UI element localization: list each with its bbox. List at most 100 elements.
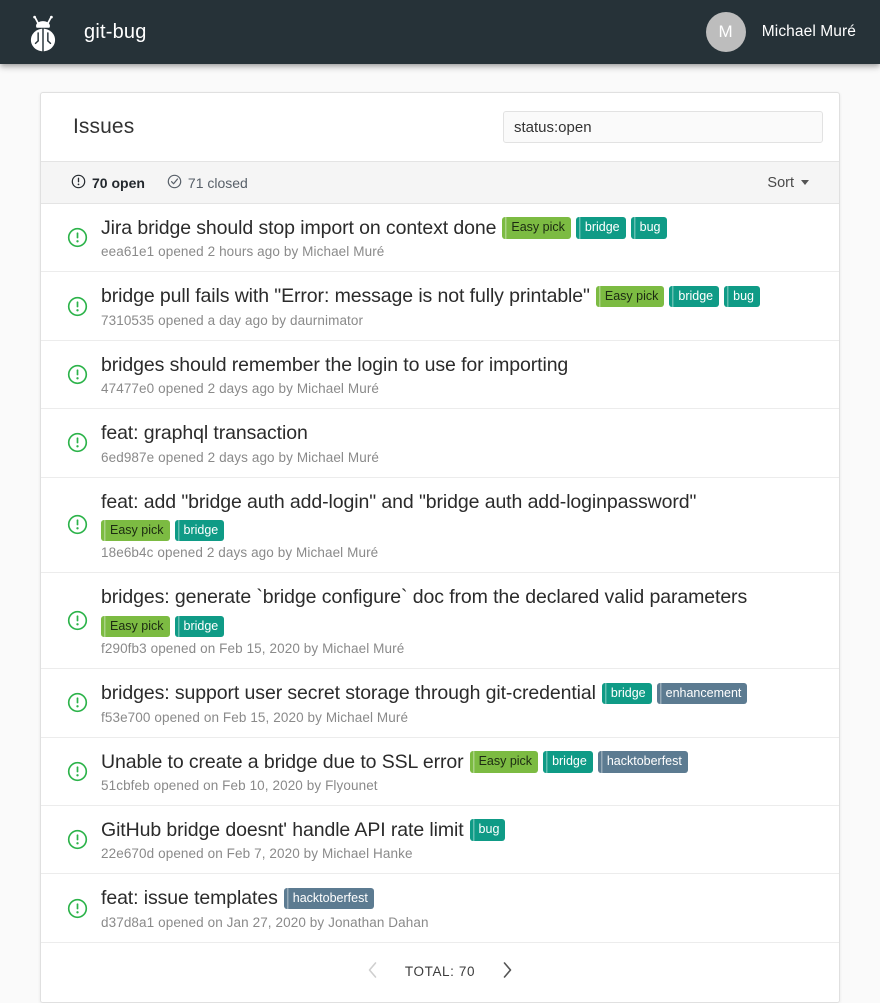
issue-label[interactable]: bridge: [543, 751, 593, 773]
issue-open-icon: [59, 364, 95, 385]
issue-title-link[interactable]: bridges: support user secret storage thr…: [101, 681, 596, 705]
issue-row[interactable]: feat: graphql transaction 6ed987e opened …: [41, 409, 839, 477]
card-header: Issues: [41, 93, 839, 161]
issue-label[interactable]: bug: [470, 819, 506, 841]
issue-title-link[interactable]: bridges should remember the login to use…: [101, 353, 568, 377]
issue-row[interactable]: bridge pull fails with "Error: message i…: [41, 272, 839, 340]
issue-row[interactable]: bridges: generate `bridge configure` doc…: [41, 573, 839, 669]
issue-label[interactable]: Easy pick: [596, 286, 665, 308]
issue-title-line: feat: issue templates hacktoberfest: [101, 886, 823, 910]
issue-meta: 51cbfeb opened on Feb 10, 2020 by Flyoun…: [101, 778, 823, 793]
issue-label[interactable]: hacktoberfest: [284, 888, 374, 910]
issue-labels: Easy pickbridgebug: [502, 217, 666, 239]
sort-dropdown[interactable]: Sort: [767, 175, 819, 191]
issue-open-icon: [59, 761, 95, 782]
issue-labels: bridgeenhancement: [602, 683, 748, 705]
chevron-down-icon: [801, 180, 809, 185]
chevron-left-icon: [366, 961, 379, 982]
issue-label[interactable]: hacktoberfest: [598, 751, 688, 773]
user-menu[interactable]: M Michael Muré: [706, 12, 856, 52]
issue-body: bridge pull fails with "Error: message i…: [95, 284, 823, 327]
issue-row[interactable]: Unable to create a bridge due to SSL err…: [41, 738, 839, 806]
issue-title-line: feat: graphql transaction: [101, 421, 823, 445]
home-link[interactable]: git-bug: [22, 11, 147, 53]
issue-row[interactable]: GitHub bridge doesnt' handle API rate li…: [41, 806, 839, 874]
issue-label[interactable]: bug: [631, 217, 667, 239]
issue-row[interactable]: feat: add "bridge auth add-login" and "b…: [41, 478, 839, 574]
issue-title-link[interactable]: Jira bridge should stop import on contex…: [101, 216, 496, 240]
issue-label[interactable]: bridge: [602, 683, 652, 705]
issue-row[interactable]: feat: issue templates hacktoberfest d37d8a…: [41, 874, 839, 942]
issue-label[interactable]: Easy pick: [101, 520, 170, 542]
issue-label[interactable]: bridge: [669, 286, 719, 308]
issue-meta: 47477e0 opened 2 days ago by Michael Mur…: [101, 381, 823, 396]
issue-body: bridges: support user secret storage thr…: [95, 681, 823, 724]
issue-title-link[interactable]: feat: graphql transaction: [101, 421, 308, 445]
issue-body: feat: add "bridge auth add-login" and "b…: [95, 490, 823, 561]
issue-title-link[interactable]: bridges: generate `bridge configure` doc…: [101, 586, 747, 608]
issue-row[interactable]: Jira bridge should stop import on contex…: [41, 204, 839, 272]
issue-meta: 22e670d opened on Feb 7, 2020 by Michael…: [101, 846, 823, 861]
filter-open-count[interactable]: 70 open: [71, 174, 145, 192]
issue-open-icon: [71, 174, 86, 192]
bug-logo-icon: [22, 11, 64, 53]
issue-open-icon: [59, 227, 95, 248]
issue-title-line: bridge pull fails with "Error: message i…: [101, 284, 823, 308]
issue-label[interactable]: bridge: [175, 616, 225, 638]
issue-open-icon: [59, 610, 95, 631]
page-content: Issues 70 open: [0, 64, 880, 1003]
issue-meta: f290fb3 opened on Feb 15, 2020 by Michae…: [101, 641, 823, 656]
issue-meta: 6ed987e opened 2 days ago by Michael Mur…: [101, 450, 823, 465]
issue-meta: f53e700 opened on Feb 15, 2020 by Michae…: [101, 710, 823, 725]
issue-title-line: GitHub bridge doesnt' handle API rate li…: [101, 818, 823, 842]
issue-labels: Easy pickbridge: [101, 616, 823, 638]
issue-labels: bug: [470, 819, 506, 841]
issue-title-line: Jira bridge should stop import on contex…: [101, 216, 823, 240]
pagination: TOTAL: 70: [41, 943, 839, 1002]
issue-label[interactable]: Easy pick: [101, 616, 170, 638]
pagination-next-button[interactable]: [497, 959, 518, 984]
issue-open-icon: [59, 514, 95, 535]
issue-row[interactable]: bridges should remember the login to use…: [41, 341, 839, 409]
filter-closed-count[interactable]: 71 closed: [167, 174, 248, 192]
issue-meta: 18e6b4c opened 2 days ago by Michael Mur…: [101, 545, 823, 560]
issue-label[interactable]: Easy pick: [502, 217, 571, 239]
issue-open-icon: [59, 296, 95, 317]
avatar[interactable]: M: [706, 12, 746, 52]
issue-title-link[interactable]: feat: issue templates: [101, 886, 278, 910]
issue-title-link[interactable]: GitHub bridge doesnt' handle API rate li…: [101, 818, 464, 842]
issue-labels: Easy pickbridgehacktoberfest: [470, 751, 688, 773]
issue-label[interactable]: bridge: [175, 520, 225, 542]
issue-open-icon: [59, 829, 95, 850]
issue-open-icon: [59, 692, 95, 713]
issue-body: Jira bridge should stop import on contex…: [95, 216, 823, 259]
issue-label[interactable]: enhancement: [657, 683, 748, 705]
issue-title-line: bridges should remember the login to use…: [101, 353, 823, 377]
pagination-total: TOTAL: 70: [405, 964, 475, 979]
issue-title-line: Unable to create a bridge due to SSL err…: [101, 750, 823, 774]
issue-title-link[interactable]: bridge pull fails with "Error: message i…: [101, 284, 590, 308]
filter-bar: 70 open 71 closed Sort: [41, 161, 839, 204]
page-title: Issues: [73, 115, 134, 139]
issue-title-link[interactable]: feat: add "bridge auth add-login" and "b…: [101, 491, 696, 513]
issue-meta: d37d8a1 opened on Jan 27, 2020 by Jonath…: [101, 915, 823, 930]
issue-open-icon: [59, 432, 95, 453]
issue-title-link[interactable]: Unable to create a bridge due to SSL err…: [101, 750, 464, 774]
pagination-prev-button[interactable]: [362, 959, 383, 984]
issue-labels: Easy pickbridge: [101, 520, 823, 542]
issue-labels: hacktoberfest: [284, 888, 374, 910]
filter-closed-label: 71 closed: [188, 175, 248, 191]
search-container: [503, 111, 823, 143]
issue-label[interactable]: bug: [724, 286, 760, 308]
issue-row[interactable]: bridges: support user secret storage thr…: [41, 669, 839, 737]
issue-body: Unable to create a bridge due to SSL err…: [95, 750, 823, 793]
issue-labels: Easy pickbridgebug: [596, 286, 760, 308]
user-name: Michael Muré: [762, 23, 856, 41]
issue-label[interactable]: Easy pick: [470, 751, 539, 773]
issue-title-line: feat: add "bridge auth add-login" and "b…: [101, 490, 823, 542]
issue-label[interactable]: bridge: [576, 217, 626, 239]
search-input[interactable]: [503, 111, 823, 143]
issue-title-line: bridges: generate `bridge configure` doc…: [101, 585, 823, 637]
issue-closed-icon: [167, 174, 182, 192]
issue-meta: 7310535 opened a day ago by daurnimator: [101, 313, 823, 328]
